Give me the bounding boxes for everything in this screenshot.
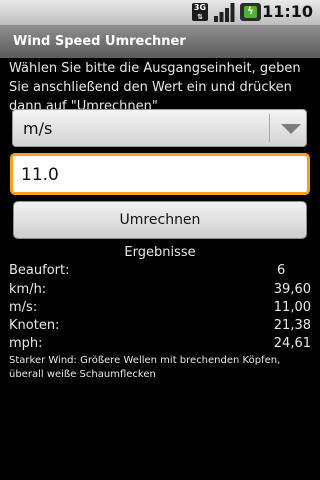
instructions-text: Wählen Sie bitte die Ausgangseinheit, ge…: [9, 61, 301, 114]
result-label: mph:: [9, 336, 43, 351]
chevron-down-icon: [281, 124, 301, 134]
app-title-bar: Wind Speed Umrechner: [0, 26, 320, 58]
results-title: Ergebnisse: [124, 245, 196, 260]
wind-description: Starker Wind: Größere Wellen mit brechen…: [9, 355, 281, 380]
unit-spinner[interactable]: m/s: [12, 109, 307, 147]
app-title: Wind Speed Umrechner: [13, 34, 186, 49]
result-value: 24,61: [273, 336, 311, 351]
result-row-beaufort: Beaufort: 6: [9, 263, 311, 282]
result-row-ms: m/s: 11,00: [9, 300, 311, 319]
status-bar: 3G ⇅ ϟ 11:10: [0, 0, 320, 26]
result-value: 21,38: [273, 318, 311, 333]
result-label: km/h:: [9, 282, 47, 297]
result-row-knoten: Knoten: 21,38: [9, 318, 311, 337]
result-value: 39,60: [273, 282, 311, 297]
result-row-mph: mph: 24,61: [9, 336, 311, 355]
spinner-divider: [269, 114, 270, 142]
value-input-text: 11.0: [21, 165, 59, 185]
result-label: Beaufort:: [9, 263, 70, 278]
network-type-label: 3G: [193, 3, 207, 12]
result-label: m/s:: [9, 300, 38, 315]
result-row-kmh: km/h: 39,60: [9, 282, 311, 301]
value-input[interactable]: 11.0: [10, 153, 310, 195]
clock: 11:10: [262, 2, 313, 21]
network-3g-icon: 3G ⇅: [192, 3, 208, 21]
signal-strength-icon: [214, 3, 235, 22]
result-value: 11,00: [273, 300, 311, 315]
battery-charging-icon: ϟ: [240, 3, 261, 21]
result-value: 6: [277, 263, 286, 278]
result-label: Knoten:: [9, 318, 60, 333]
unit-selected-value: m/s: [23, 119, 53, 138]
convert-button[interactable]: Umrechnen: [13, 201, 307, 239]
